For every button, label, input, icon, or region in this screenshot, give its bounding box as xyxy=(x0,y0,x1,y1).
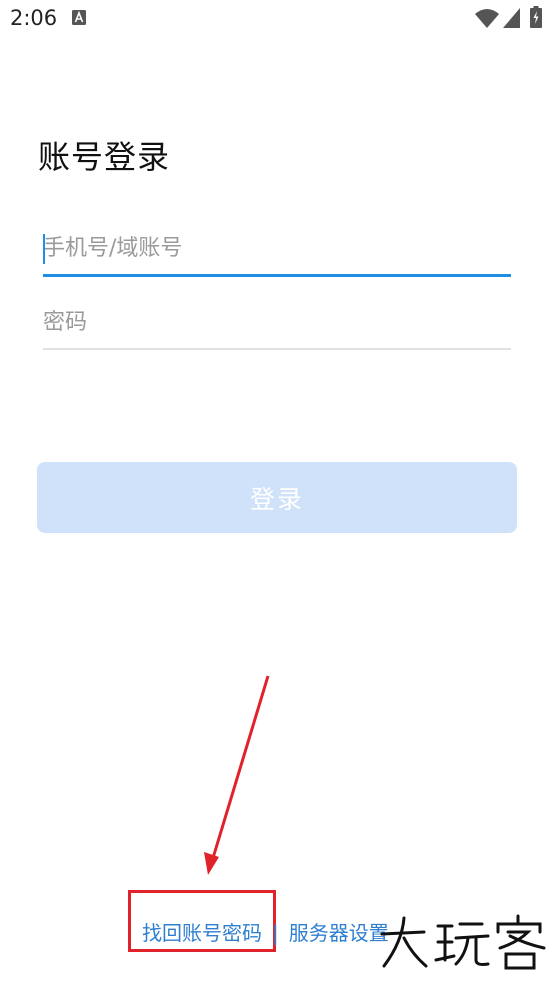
status-bar: 2:06 xyxy=(0,0,554,40)
watermark-logo xyxy=(380,914,546,970)
password-input[interactable] xyxy=(43,296,511,348)
page-title: 账号登录 xyxy=(38,138,171,176)
wifi-icon xyxy=(475,9,499,28)
text-caret xyxy=(43,234,45,264)
password-field[interactable] xyxy=(43,296,511,350)
phone-account-input[interactable] xyxy=(43,222,511,274)
status-time: 2:06 xyxy=(10,6,58,30)
phone-account-field[interactable] xyxy=(43,222,511,277)
login-screen: 2:06 账号登录 登录 找回账号密码 | 服务器设置 xyxy=(0,0,554,985)
accessibility-notification-icon xyxy=(72,10,86,25)
battery-charging-icon xyxy=(530,6,542,28)
footer-separator: | xyxy=(272,921,279,945)
server-settings-link[interactable]: 服务器设置 xyxy=(289,921,389,945)
login-button[interactable]: 登录 xyxy=(37,462,517,533)
footer-links: 找回账号密码 | 服务器设置 xyxy=(142,917,389,946)
cell-signal-icon xyxy=(503,8,520,28)
find-account-password-link[interactable]: 找回账号密码 xyxy=(142,921,262,945)
